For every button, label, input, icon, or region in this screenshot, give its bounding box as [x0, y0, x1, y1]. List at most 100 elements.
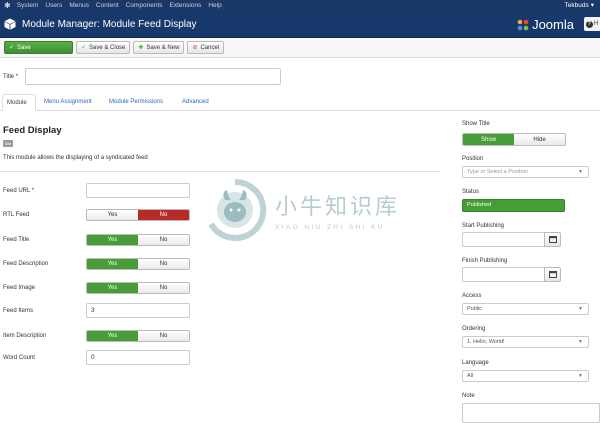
- feed-items-input[interactable]: 3: [86, 303, 190, 318]
- field-feed-url: Feed URL *: [3, 183, 190, 198]
- menu-components[interactable]: Components: [126, 2, 163, 9]
- field-feed-title: Feed Title Yes No: [3, 234, 190, 246]
- check-icon: ✓: [9, 45, 15, 51]
- finish-publishing-label: Finish Publishing: [462, 258, 508, 264]
- feed-title-yes[interactable]: Yes: [87, 235, 138, 245]
- feed-description-label: Feed Description: [3, 261, 49, 267]
- language-label: Language: [462, 360, 489, 366]
- item-description-label: Item Description: [3, 333, 47, 339]
- item-description-yes[interactable]: Yes: [87, 331, 138, 341]
- show-title-show[interactable]: Show: [463, 134, 514, 145]
- note-input[interactable]: [462, 403, 600, 423]
- plus-icon: ✚: [138, 45, 144, 51]
- feed-description-no[interactable]: No: [138, 259, 189, 269]
- watermark-pinyin: XIAO NIU ZHI SHI KU: [275, 224, 385, 231]
- language-value: All: [467, 373, 474, 379]
- position-select[interactable]: Type or Select a Position ▼: [462, 166, 589, 178]
- ordering-value: 1. Hello, World!: [467, 339, 505, 345]
- feed-url-input[interactable]: [86, 183, 190, 198]
- item-description-no[interactable]: No: [138, 331, 189, 341]
- user-menu[interactable]: Tekbuds ▾: [565, 0, 594, 11]
- start-publishing-calendar-button[interactable]: [544, 232, 561, 247]
- rtl-feed-toggle: Yes No: [86, 209, 190, 221]
- feed-image-yes[interactable]: Yes: [87, 283, 138, 293]
- site-badge: Site: [3, 140, 13, 147]
- help-button[interactable]: ? H: [584, 17, 600, 31]
- menu-menus[interactable]: Menus: [69, 2, 89, 9]
- status-label: Status: [462, 189, 480, 195]
- menu-content[interactable]: Content: [96, 2, 119, 9]
- chevron-down-icon: ▼: [578, 306, 583, 312]
- field-rtl-feed: RTL Feed Yes No: [3, 209, 190, 221]
- brand-name: Joomla: [532, 17, 574, 32]
- tab-menu-assignment[interactable]: Menu Assignment: [44, 94, 92, 111]
- word-count-input[interactable]: 0: [86, 350, 190, 365]
- start-publishing-field: [462, 232, 561, 247]
- question-icon: ?: [585, 20, 593, 28]
- note-label: Note: [462, 393, 475, 399]
- calendar-icon: [548, 236, 557, 243]
- cancel-icon: ⊘: [192, 45, 198, 51]
- language-select[interactable]: All ▼: [462, 370, 589, 382]
- ordering-label: Ordering: [462, 326, 486, 332]
- finish-publishing-field: [462, 267, 561, 282]
- caret-down-icon: ▾: [590, 2, 594, 9]
- save-button-label: Save: [17, 44, 31, 51]
- rtl-feed-no[interactable]: No: [138, 210, 189, 220]
- top-nav-bar: ✱ System Users Menus Content Components …: [0, 0, 600, 11]
- menu-users[interactable]: Users: [45, 2, 62, 9]
- calendar-icon: [548, 271, 557, 278]
- cancel-label: Cancel: [200, 44, 220, 51]
- field-word-count: Word Count 0: [3, 350, 190, 365]
- rtl-feed-yes[interactable]: Yes: [87, 210, 138, 220]
- title-input[interactable]: [25, 68, 281, 85]
- chevron-down-icon: ▼: [578, 169, 583, 175]
- note-field: [462, 403, 600, 423]
- user-name: Tekbuds: [564, 2, 589, 9]
- menu-help[interactable]: Help: [208, 2, 221, 9]
- divider: [0, 171, 440, 172]
- module-heading: Feed Display: [3, 125, 62, 136]
- start-publishing-input[interactable]: [462, 232, 544, 247]
- access-value: Public: [467, 306, 482, 312]
- item-description-toggle: Yes No: [86, 330, 190, 342]
- ordering-select[interactable]: 1. Hello, World! ▼: [462, 336, 589, 348]
- menu-extensions[interactable]: Extensions: [170, 2, 202, 9]
- tab-bar: Module Menu Assignment Module Permission…: [0, 94, 600, 111]
- joomla-menu-icon[interactable]: ✱: [4, 1, 11, 10]
- feed-title-label: Feed Title: [3, 237, 30, 243]
- menu-system[interactable]: System: [17, 2, 39, 9]
- finish-publishing-calendar-button[interactable]: [544, 267, 561, 282]
- access-label: Access: [462, 293, 482, 299]
- status-select[interactable]: Published: [462, 199, 565, 212]
- show-title-hide[interactable]: Hide: [514, 134, 565, 145]
- save-close-button[interactable]: ✓ Save & Close: [76, 41, 131, 54]
- position-placeholder: Type or Select a Position: [467, 169, 528, 175]
- feed-image-toggle: Yes No: [86, 282, 190, 294]
- tab-module-permissions[interactable]: Module Permissions: [109, 94, 163, 111]
- tab-module[interactable]: Module: [2, 94, 36, 111]
- watermark-cn: 小牛知识库: [275, 195, 401, 220]
- tab-advanced[interactable]: Advanced: [182, 94, 209, 111]
- feed-description-yes[interactable]: Yes: [87, 259, 138, 269]
- save-new-button[interactable]: ✚ Save & New: [133, 41, 185, 54]
- feed-image-no[interactable]: No: [138, 283, 189, 293]
- rtl-feed-label: RTL Feed: [3, 212, 30, 218]
- feed-title-no[interactable]: No: [138, 235, 189, 245]
- field-feed-image: Feed Image Yes No: [3, 282, 190, 294]
- field-item-description: Item Description Yes No: [3, 330, 190, 342]
- cancel-button[interactable]: ⊘ Cancel: [187, 41, 225, 54]
- position-label: Position: [462, 156, 484, 162]
- page-header: Module Manager: Module Feed Display Joom…: [0, 11, 600, 38]
- watermark-text: 小牛知识库 XIAO NIU ZHI SHI KU: [275, 189, 400, 231]
- word-count-label: Word Count: [3, 354, 35, 361]
- toolbar: ✓ Save ✓ Save & Close ✚ Save & New ⊘ Can…: [0, 38, 600, 58]
- save-button[interactable]: ✓ Save: [4, 41, 73, 54]
- feed-url-label: Feed URL *: [3, 187, 35, 194]
- feed-title-toggle: Yes No: [86, 234, 190, 246]
- finish-publishing-input[interactable]: [462, 267, 544, 282]
- show-title-label: Show Title: [462, 121, 490, 127]
- start-publishing-label: Start Publishing: [462, 223, 505, 229]
- access-select[interactable]: Public ▼: [462, 303, 589, 315]
- chevron-down-icon: ▼: [578, 373, 583, 379]
